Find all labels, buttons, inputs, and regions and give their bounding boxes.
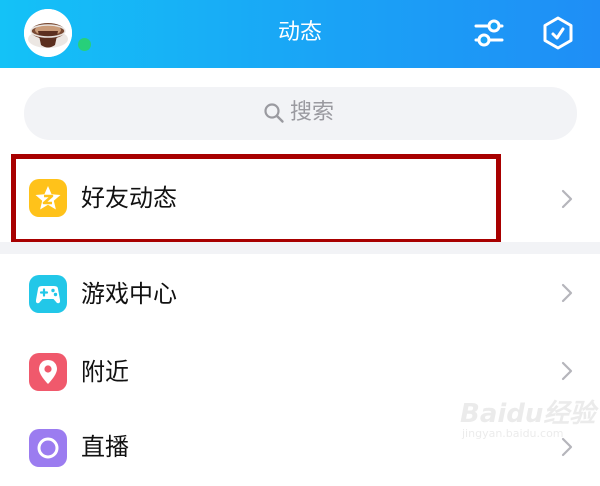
- menu-item-label: 附近: [81, 358, 129, 386]
- hexagon-check-icon[interactable]: [540, 15, 576, 51]
- search-placeholder: 搜索: [290, 100, 335, 125]
- chevron-right-icon: [561, 361, 573, 381]
- page-title: 动态: [277, 20, 322, 45]
- menu-item-label: 直播: [81, 433, 129, 461]
- gamepad-icon: [29, 275, 67, 313]
- online-status-dot: [78, 38, 91, 51]
- coffee-cup-avatar-image: [24, 9, 72, 57]
- search-icon: [264, 103, 284, 123]
- watermark-text: Baidu经验: [460, 399, 596, 429]
- highlight-annotation-box: [11, 154, 501, 244]
- search-input[interactable]: 搜索: [24, 87, 577, 140]
- chevron-right-icon: [561, 189, 573, 209]
- location-pin-icon: [29, 353, 67, 391]
- avatar[interactable]: [24, 9, 72, 57]
- live-icon: [29, 429, 67, 467]
- top-header: 动态: [0, 0, 600, 68]
- filter-sliders-icon[interactable]: [471, 15, 507, 51]
- chevron-right-icon: [561, 283, 573, 303]
- watermark-url: jingyan.baidu.com: [462, 427, 564, 440]
- menu-item-label: 游戏中心: [81, 280, 177, 308]
- menu-item-game-center[interactable]: 游戏中心: [0, 256, 600, 332]
- baidu-watermark: Baidu经验 jingyan.baidu.com: [456, 383, 596, 443]
- section-divider: [0, 242, 600, 254]
